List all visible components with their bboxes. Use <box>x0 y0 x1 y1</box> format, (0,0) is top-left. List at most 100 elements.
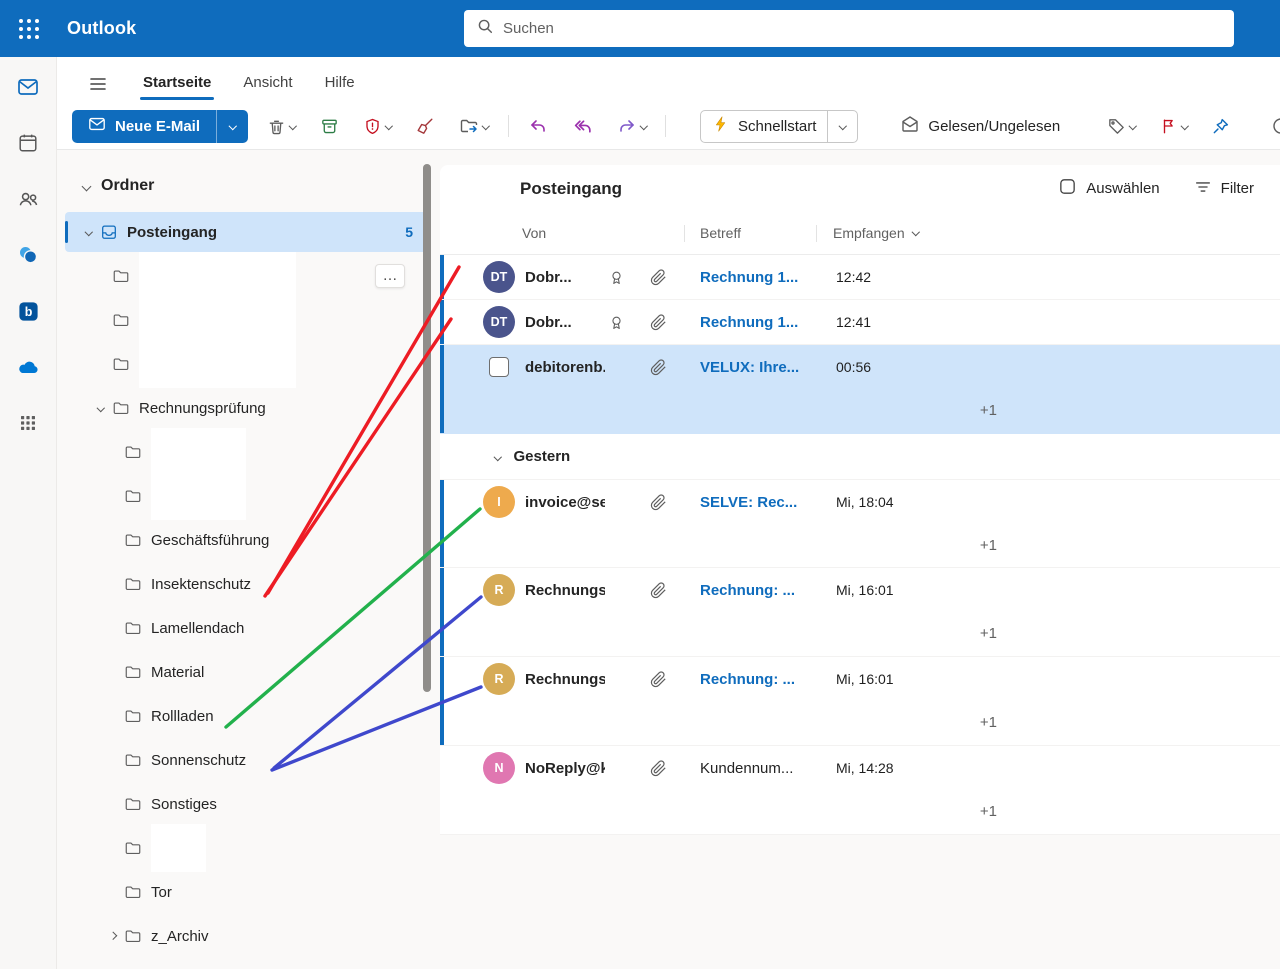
avatar[interactable]: N <box>483 752 515 784</box>
avatar-initials: N <box>494 761 504 775</box>
snooze-button[interactable] <box>1266 110 1280 142</box>
read-unread-button[interactable]: Gelesen/Ungelesen <box>892 110 1068 142</box>
avatar[interactable]: DT <box>483 261 515 293</box>
reply-button[interactable] <box>523 110 553 142</box>
quick-steps-button[interactable]: Schnellstart <box>701 111 827 142</box>
delete-button[interactable] <box>262 110 301 142</box>
groups-icon[interactable] <box>4 231 52 279</box>
column-von[interactable]: Von <box>522 225 546 241</box>
chevron-down-icon[interactable] <box>85 228 93 236</box>
folder-item-insektenschutz[interactable]: Insektenschutz <box>65 564 427 604</box>
tab-startseite[interactable]: Startseite <box>127 65 227 103</box>
folder-more-options-button[interactable]: … <box>375 264 405 288</box>
message-row-selected[interactable]: debitorenb... VELUX: Ihre... 00:56 +1 <box>440 345 1280 434</box>
avatar[interactable]: I <box>483 486 515 518</box>
message-row[interactable]: R Rechnungs... Rechnung: ... Mi, 16:01 +… <box>440 568 1280 657</box>
filter-button[interactable]: Filter <box>1194 177 1254 200</box>
tab-hilfe[interactable]: Hilfe <box>309 65 371 103</box>
avatar[interactable]: R <box>483 663 515 695</box>
chevron-right-icon[interactable] <box>109 932 117 940</box>
app-launcher-icon[interactable] <box>0 0 57 57</box>
folder-item-redacted[interactable] <box>65 824 427 872</box>
row-checkbox[interactable] <box>489 357 509 377</box>
folder-item-redacted[interactable] <box>65 296 427 344</box>
column-separator <box>816 225 817 242</box>
forward-button[interactable] <box>612 110 652 142</box>
new-mail-dropdown[interactable] <box>216 109 249 143</box>
subject-link[interactable]: Rechnung 1... <box>700 314 832 331</box>
quick-steps-control: Schnellstart <box>700 109 859 143</box>
message-row[interactable]: R Rechnungs... Rechnung: ... Mi, 16:01 +… <box>440 657 1280 746</box>
search-box[interactable] <box>464 10 1234 47</box>
subject-link[interactable]: Rechnung 1... <box>700 269 832 286</box>
folder-item-tor[interactable]: Tor <box>65 872 427 912</box>
archive-button[interactable] <box>315 110 344 142</box>
folder-item-redacted[interactable] <box>65 428 427 476</box>
folder-item-redacted[interactable] <box>65 472 427 520</box>
subject-link[interactable]: SELVE: Rec... <box>700 494 832 511</box>
hamburger-menu-icon[interactable] <box>85 69 111 99</box>
conversation-overflow-count[interactable]: +1 <box>980 625 997 642</box>
categorize-dropdown-chevron[interactable] <box>1129 122 1137 130</box>
avatar[interactable]: R <box>483 574 515 606</box>
reply-all-button[interactable] <box>567 110 598 142</box>
folder-item-z-archiv[interactable]: z_Archiv <box>65 916 427 956</box>
folder-pane-scrollbar[interactable] <box>423 164 431 692</box>
more-apps-icon[interactable] <box>4 399 52 447</box>
folder-item-geschaeftsfuehrung[interactable]: Geschäftsführung <box>65 520 427 560</box>
conversation-overflow-count[interactable]: +1 <box>980 803 997 820</box>
chevron-down-icon[interactable] <box>81 181 92 191</box>
avatar[interactable]: DT <box>483 306 515 338</box>
folder-item-rechnungspruefung[interactable]: Rechnungsprüfung <box>65 388 427 428</box>
folder-item-posteingang[interactable]: Posteingang 5 <box>65 212 427 252</box>
folder-item-sonnenschutz[interactable]: Sonnenschutz <box>65 740 427 780</box>
calendar-icon[interactable] <box>4 119 52 167</box>
message-row[interactable]: DT Dobr... Rechnung 1... 12:42 <box>440 255 1280 300</box>
report-button[interactable] <box>358 110 397 142</box>
message-row[interactable]: DT Dobr... Rechnung 1... 12:41 <box>440 300 1280 345</box>
report-dropdown-chevron[interactable] <box>384 122 393 130</box>
move-to-button[interactable] <box>454 110 494 142</box>
subject-link[interactable]: Kundennum... <box>700 760 832 777</box>
folder-item-rollladen[interactable]: Rollladen <box>65 696 427 736</box>
folder-item-redacted[interactable]: … <box>65 252 427 300</box>
subject-link[interactable]: VELUX: Ihre... <box>700 359 832 376</box>
delete-dropdown-chevron[interactable] <box>288 122 297 130</box>
message-row[interactable]: I invoice@se... SELVE: Rec... Mi, 18:04 … <box>440 480 1280 568</box>
folder-item-material[interactable]: Material <box>65 652 427 692</box>
move-to-dropdown-chevron[interactable] <box>481 122 490 130</box>
conversation-overflow-count[interactable]: +1 <box>980 537 997 554</box>
onedrive-icon[interactable] <box>4 343 52 391</box>
people-icon[interactable] <box>4 175 52 223</box>
subject-link[interactable]: Rechnung: ... <box>700 671 832 688</box>
conversation-overflow-count[interactable]: +1 <box>980 402 997 419</box>
bookings-icon[interactable]: b <box>4 287 52 335</box>
folder-icon <box>123 574 143 594</box>
subject-link[interactable]: Rechnung: ... <box>700 582 832 599</box>
toolbar-separator <box>507 115 509 137</box>
flag-button[interactable] <box>1155 110 1193 142</box>
folders-header[interactable]: Ordner <box>57 168 437 204</box>
message-row[interactable]: N NoReply@k... Kundennum... Mi, 14:28 +1 <box>440 746 1280 835</box>
new-mail-button[interactable]: Neue E-Mail <box>72 109 217 143</box>
categorize-button[interactable] <box>1102 110 1141 142</box>
forward-dropdown-chevron[interactable] <box>639 122 648 130</box>
flag-dropdown-chevron[interactable] <box>1180 122 1189 130</box>
chevron-down-icon[interactable] <box>493 452 502 461</box>
section-header-gestern[interactable]: Gestern <box>440 434 1280 480</box>
pin-button[interactable] <box>1206 110 1235 142</box>
column-betreff[interactable]: Betreff <box>700 225 741 241</box>
quick-steps-dropdown[interactable] <box>827 110 857 142</box>
column-empfangen[interactable]: Empfangen <box>833 225 920 241</box>
mail-icon[interactable] <box>4 63 52 111</box>
conversation-overflow-count[interactable]: +1 <box>980 714 997 731</box>
select-button[interactable]: Auswählen <box>1058 177 1160 200</box>
chevron-down-icon[interactable] <box>97 404 105 412</box>
folder-item-sonstiges[interactable]: Sonstiges <box>65 784 427 824</box>
tab-ansicht[interactable]: Ansicht <box>227 65 308 103</box>
sender: debitorenb... <box>525 358 605 376</box>
folder-item-redacted[interactable] <box>65 340 427 388</box>
sweep-button[interactable] <box>410 110 440 142</box>
folder-item-lamellendach[interactable]: Lamellendach <box>65 608 427 648</box>
search-input[interactable] <box>503 20 1222 37</box>
